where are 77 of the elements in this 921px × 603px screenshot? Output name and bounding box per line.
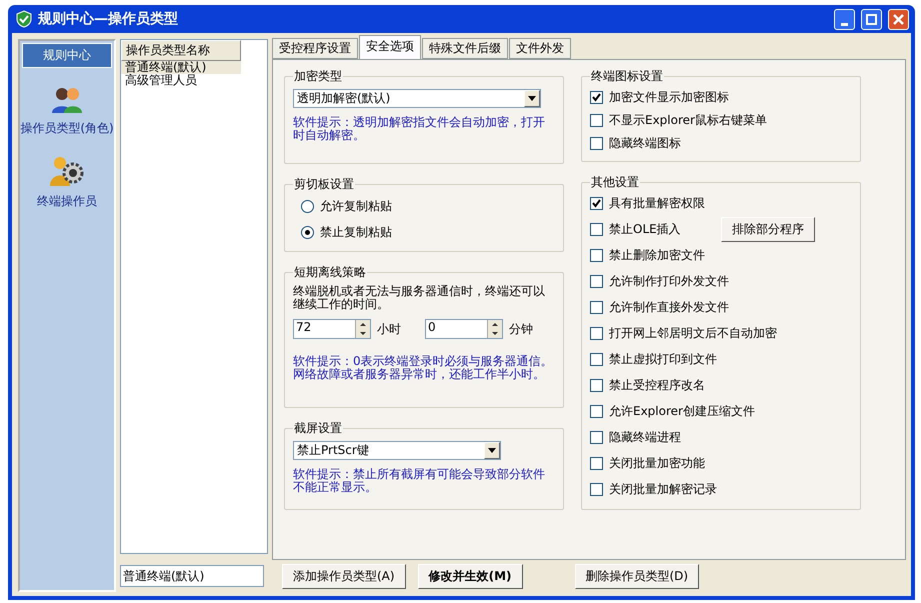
tab[interactable]: 文件外发 [509, 38, 571, 59]
action-button[interactable]: 修改并生效(M) [418, 564, 522, 588]
window-title: 规则中心—操作员类型 [38, 10, 179, 28]
option-label: 允许制作直接外发文件 [609, 298, 729, 316]
sidebar-header: 规则中心 [22, 43, 112, 68]
option-label: 打开网上邻居明文后不自动加密 [609, 324, 777, 342]
checkbox[interactable] [590, 326, 603, 340]
list-item[interactable]: 高级管理人员 [121, 74, 241, 87]
option-label: 禁止删除加密文件 [609, 246, 705, 264]
maximize-button[interactable] [861, 8, 882, 30]
dropdown[interactable]: 禁止PrtScr键 [293, 441, 501, 460]
radio-button[interactable] [301, 226, 314, 238]
tab[interactable]: 安全选项 [359, 35, 421, 59]
description-text: 终端脱机或者无法与服务器通信时，终端还可以继续工作的时间。 [293, 285, 546, 311]
user-gear-icon [50, 155, 84, 187]
option-label: 加密文件显示加密图标 [609, 88, 729, 106]
checkbox[interactable] [590, 274, 603, 288]
two-users-icon [51, 86, 83, 114]
list-item[interactable]: 普通终端(默认) [121, 61, 241, 74]
checkbox[interactable] [590, 114, 603, 126]
radio-button[interactable] [301, 200, 314, 212]
option-label: 禁止受控程序改名 [609, 376, 705, 394]
checkbox[interactable] [590, 248, 603, 262]
option-label: 允许Explorer创建压缩文件 [609, 402, 755, 420]
sidebar-item[interactable]: 操作员类型(角色) [20, 120, 114, 137]
option-label: 允许复制粘贴 [320, 198, 392, 214]
tab[interactable]: 受控程序设置 [272, 38, 358, 59]
group-title: 加密类型 [293, 68, 343, 85]
group-title: 终端图标设置 [590, 68, 664, 85]
close-button[interactable] [888, 8, 909, 30]
action-button[interactable]: 添加操作员类型(A) [282, 564, 406, 588]
option-label: 禁止OLE插入 [609, 220, 682, 238]
type-name-field[interactable]: 普通终端(默认) [120, 565, 264, 587]
spin-field[interactable]: 0 [425, 319, 503, 339]
option-label: 具有批量解密权限 [609, 194, 705, 212]
option-label: 关闭批量加密功能 [609, 454, 705, 472]
checkbox[interactable] [590, 196, 603, 210]
maximize-icon [866, 14, 877, 24]
column-header[interactable]: 操作员类型名称 [121, 40, 241, 61]
minimize-button[interactable] [834, 8, 855, 30]
group-title: 截屏设置 [293, 420, 343, 437]
option-label: 关闭批量加解密记录 [609, 480, 717, 498]
shield-icon [16, 10, 32, 28]
checkbox[interactable] [590, 222, 603, 236]
checkbox[interactable] [590, 136, 603, 150]
option-label: 隐藏终端图标 [609, 134, 681, 152]
action-button[interactable]: 删除操作员类型(D) [574, 564, 700, 588]
hint-text: 软件提示：0表示终端登录时必须与服务器通信。网络故障或者服务器异常时，还能工作半小时。 [293, 355, 554, 381]
checkbox[interactable] [590, 456, 603, 470]
exclude-programs-button[interactable]: 排除部分程序 [721, 216, 815, 242]
checkbox[interactable] [590, 378, 603, 392]
group-title: 其他设置 [590, 174, 640, 191]
caret-icon [528, 96, 536, 101]
checkbox[interactable] [590, 404, 603, 418]
group-title: 剪切板设置 [293, 176, 355, 193]
unit-label: 分钟 [509, 320, 533, 338]
option-label: 允许制作打印外发文件 [609, 272, 729, 290]
close-icon [893, 14, 904, 24]
group-title: 短期离线策略 [293, 264, 367, 281]
spin-field[interactable]: 72 [293, 319, 371, 339]
option-label: 隐藏终端进程 [609, 428, 681, 446]
tab[interactable]: 特殊文件后缀 [422, 38, 508, 59]
option-label: 禁止虚拟打印到文件 [609, 350, 717, 368]
checkbox[interactable] [590, 430, 603, 444]
minimize-icon [841, 22, 848, 26]
checkbox[interactable] [590, 300, 603, 314]
hint-text: 软件提示：透明加解密指文件会自动加密，打开时自动解密。 [293, 116, 546, 142]
option-label: 禁止复制粘贴 [320, 224, 392, 240]
dropdown[interactable]: 透明加解密(默认) [293, 89, 541, 108]
option-label: 不显示Explorer鼠标右键菜单 [609, 112, 767, 128]
checkbox[interactable] [590, 352, 603, 366]
unit-label: 小时 [377, 320, 401, 338]
caret-icon [488, 448, 496, 453]
checkbox[interactable] [590, 482, 603, 496]
hint-text: 软件提示：禁止所有截屏有可能会导致部分软件不能正常显示。 [293, 468, 546, 494]
checkbox[interactable] [590, 90, 603, 104]
sidebar-item[interactable]: 终端操作员 [37, 193, 97, 210]
